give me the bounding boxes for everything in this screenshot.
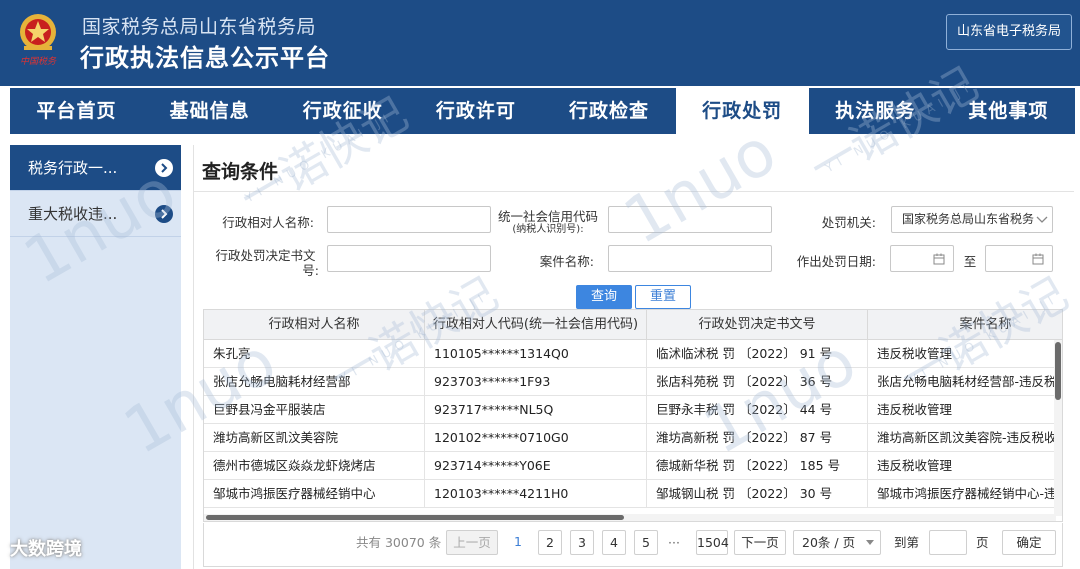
goto-confirm-button[interactable]: 确定 — [1002, 530, 1056, 555]
authority-select[interactable]: 国家税务总局山东省税务 — [891, 206, 1053, 233]
chevron-right-icon — [155, 205, 173, 223]
e-tax-bureau-link[interactable]: 山东省电子税务局 — [946, 14, 1072, 50]
emblem-caption: 中国税务 — [19, 57, 56, 67]
divider — [194, 191, 1074, 192]
cell-party-name: 张店允畅电脑耗材经营部 — [204, 368, 425, 395]
page-ellipsis[interactable]: ··· — [668, 531, 680, 554]
chevron-down-icon — [1036, 216, 1048, 224]
vertical-scrollbar-thumb[interactable] — [1055, 342, 1061, 400]
page-2[interactable]: 2 — [538, 530, 562, 555]
cell-decision-no: 巨野永丰税 罚 〔2022〕 44 号 — [647, 396, 868, 423]
date-end-input[interactable] — [985, 245, 1053, 272]
nav-basic-info[interactable]: 基础信息 — [143, 88, 276, 134]
goto-label: 到第 — [894, 535, 920, 550]
table-row[interactable]: 潍坊高新区凯汶美容院 120102******0710G0 潍坊高新税 罚 〔2… — [204, 424, 1062, 452]
corner-brand-logo: 大数跨境 — [10, 539, 82, 560]
horizontal-scrollbar-thumb[interactable] — [206, 515, 624, 520]
cell-case-name: 潍坊高新区凯汶美容院-违反税收 — [868, 424, 1062, 451]
cell-credit-code: 923717******NL5Q — [425, 396, 647, 423]
credit-code-input[interactable] — [608, 206, 772, 233]
site-subtitle: 国家税务总局山东省税务局 — [82, 16, 317, 38]
credit-code-sublabel: (纳税人识别号): — [512, 224, 584, 235]
cell-decision-no: 德城新华税 罚 〔2022〕 185 号 — [647, 452, 868, 479]
cell-credit-code: 923703******1F93 — [425, 368, 647, 395]
cell-party-name: 德州市德城区焱焱龙虾烧烤店 — [204, 452, 425, 479]
calendar-icon — [933, 253, 945, 265]
sidebar: 税务行政一... 重大税收违... — [10, 145, 181, 569]
table-header: 行政相对人名称 行政相对人代码(统一社会信用代码) 行政处罚决定书文号 案件名称 — [204, 310, 1062, 340]
page-3[interactable]: 3 — [570, 530, 594, 555]
cell-case-name: 违反税收管理 — [868, 452, 1062, 479]
cell-party-name: 邹城市鸿振医疗器械经销中心 — [204, 480, 425, 507]
nav-license[interactable]: 行政许可 — [409, 88, 542, 134]
nav-inspection[interactable]: 行政检查 — [543, 88, 676, 134]
cell-credit-code: 120102******0710G0 — [425, 424, 647, 451]
page-last[interactable]: 1504 — [696, 530, 729, 555]
calendar-icon — [1032, 253, 1044, 265]
total-count: 共有 30070 条 — [356, 535, 442, 550]
table-row[interactable]: 德州市德城区焱焱龙虾烧烤店 923714******Y06E 德城新华税 罚 〔… — [204, 452, 1062, 480]
cell-party-name: 巨野县冯金平服装店 — [204, 396, 425, 423]
authority-select-value: 国家税务总局山东省税务 — [902, 212, 1035, 226]
caret-down-icon — [866, 540, 874, 545]
next-page-button[interactable]: 下一页 — [734, 530, 786, 555]
penalty-date-label: 作出处罚日期: — [796, 254, 876, 269]
prev-page-button[interactable]: 上一页 — [446, 530, 498, 555]
cell-decision-no: 临沭临沭税 罚 〔2022〕 91 号 — [647, 340, 868, 367]
authority-label: 处罚机关: — [821, 215, 876, 230]
case-name-label: 案件名称: — [539, 254, 594, 269]
cell-credit-code: 923714******Y06E — [425, 452, 647, 479]
page-size-value: 20条 / 页 — [802, 535, 856, 550]
cell-decision-no: 潍坊高新税 罚 〔2022〕 87 号 — [647, 424, 868, 451]
cell-case-name: 违反税收管理 — [868, 396, 1062, 423]
page-4[interactable]: 4 — [602, 530, 626, 555]
nav-home[interactable]: 平台首页 — [10, 88, 143, 134]
search-button[interactable]: 查询 — [576, 285, 632, 309]
page-5[interactable]: 5 — [634, 530, 658, 555]
pagination: 共有 30070 条 上一页 1 2 3 4 5 ··· 1504 下一页 20… — [203, 523, 1063, 567]
decision-no-input[interactable] — [327, 245, 491, 272]
cell-credit-code: 120103******4211H0 — [425, 480, 647, 507]
results-table: 行政相对人名称 行政相对人代码(统一社会信用代码) 行政处罚决定书文号 案件名称… — [203, 309, 1063, 522]
party-name-input[interactable] — [327, 206, 491, 233]
sidebar-item-label: 重大税收违... — [28, 205, 118, 223]
date-to-label: 至 — [963, 254, 977, 269]
site-header: 中国税务 国家税务总局山东省税务局 行政执法信息公示平台 山东省电子税务局 — [0, 0, 1080, 86]
page-size-select[interactable]: 20条 / 页 — [793, 530, 881, 555]
cell-case-name: 张店允畅电脑耗材经营部-违反税 — [868, 368, 1062, 395]
chevron-right-icon — [155, 159, 173, 177]
table-row[interactable]: 邹城市鸿振医疗器械经销中心 120103******4211H0 邹城钢山税 罚… — [204, 480, 1062, 508]
site-title: 行政执法信息公示平台 — [80, 44, 330, 72]
party-name-label: 行政相对人名称: — [222, 215, 314, 230]
goto-page-input[interactable] — [929, 530, 967, 555]
cell-decision-no: 张店科苑税 罚 〔2022〕 36 号 — [647, 368, 868, 395]
decision-no-label-line2: 号: — [302, 263, 319, 278]
sidebar-item-label: 税务行政一... — [28, 159, 118, 177]
cell-case-name: 邹城市鸿振医疗器械经销中心-违 — [868, 480, 1062, 507]
reset-button[interactable]: 重置 — [635, 285, 691, 309]
column-header: 行政相对人名称 — [204, 310, 425, 339]
cell-credit-code: 110105******1314Q0 — [425, 340, 647, 367]
page-1[interactable]: 1 — [506, 530, 530, 555]
table-row[interactable]: 巨野县冯金平服装店 923717******NL5Q 巨野永丰税 罚 〔2022… — [204, 396, 1062, 424]
date-start-input[interactable] — [890, 245, 954, 272]
goto-unit: 页 — [976, 535, 989, 550]
sidebar-item-tax-penalty[interactable]: 税务行政一... — [10, 145, 181, 191]
cell-party-name: 潍坊高新区凯汶美容院 — [204, 424, 425, 451]
nav-penalty[interactable]: 行政处罚 — [675, 88, 809, 134]
cell-decision-no: 邹城钢山税 罚 〔2022〕 30 号 — [647, 480, 868, 507]
sidebar-item-major-violation[interactable]: 重大税收违... — [10, 191, 181, 237]
case-name-input[interactable] — [608, 245, 772, 272]
column-header: 行政处罚决定书文号 — [647, 310, 868, 339]
